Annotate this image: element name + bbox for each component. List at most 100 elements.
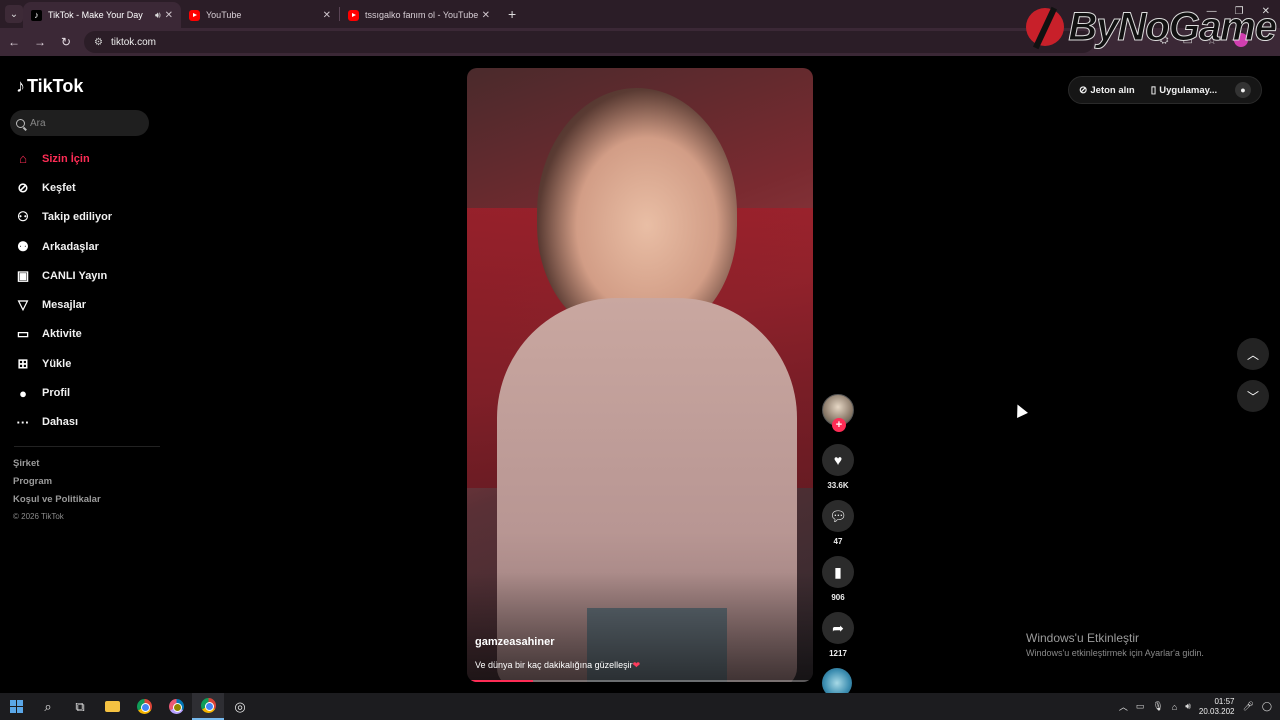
- minimize-icon[interactable]: —: [1207, 6, 1217, 17]
- following-icon: ⚇: [17, 209, 29, 225]
- progress-fill: [467, 680, 533, 682]
- chrome-active-window-icon[interactable]: [192, 693, 224, 720]
- compass-icon: ⊘: [17, 179, 29, 195]
- footer-link-program[interactable]: Program: [13, 476, 101, 494]
- network-icon[interactable]: ⌂: [1172, 702, 1177, 712]
- browser-profile-avatar[interactable]: [1234, 33, 1248, 47]
- footer-link-terms[interactable]: Koşul ve Politikalar: [13, 494, 101, 512]
- nav-label: Aktivite: [42, 328, 82, 341]
- sidebar-item-live[interactable]: ▣ CANLI Yayın: [14, 261, 160, 290]
- nav-label: Dahası: [42, 416, 79, 429]
- site-info-icon[interactable]: ⚙: [94, 37, 103, 48]
- tray-chevron-icon[interactable]: ︿: [1119, 700, 1128, 713]
- sidebar-item-upload[interactable]: ⊞ Yükle: [14, 349, 160, 378]
- sidebar-item-activity[interactable]: ▭ Aktivite: [14, 320, 160, 349]
- nav-label: Arkadaşlar: [42, 240, 99, 253]
- creator-avatar[interactable]: +: [822, 394, 854, 432]
- sidebar-item-explore[interactable]: ⊘ Keşfet: [14, 173, 160, 202]
- cast-icon[interactable]: ▭: [1183, 34, 1193, 47]
- app-icon[interactable]: ◎: [224, 693, 256, 720]
- url-input[interactable]: ⚙ tiktok.com: [84, 31, 1094, 53]
- like-button[interactable]: ♥: [822, 444, 854, 476]
- nav-label: Takip ediliyor: [42, 211, 113, 224]
- maximize-icon[interactable]: ❐: [1235, 6, 1244, 17]
- tab-youtube-2[interactable]: tssıgalko fanım ol - YouTube ✕: [340, 2, 498, 28]
- sidebar-item-friends[interactable]: ⚉ Arkadaşlar: [14, 232, 160, 261]
- nav-label: Mesajlar: [42, 299, 87, 312]
- tab-search-chevron-icon[interactable]: ⌄: [5, 5, 23, 23]
- close-tab-icon[interactable]: ✕: [323, 10, 331, 21]
- clock[interactable]: 01:57 20.03.202: [1199, 697, 1235, 717]
- notification-icon[interactable]: ◯: [1262, 701, 1272, 712]
- video-progress-bar[interactable]: [467, 680, 813, 682]
- sidebar-item-following[interactable]: ⚇ Takip ediliyor: [14, 203, 160, 232]
- comment-button[interactable]: 💬︎: [822, 500, 854, 532]
- close-window-icon[interactable]: ✕: [1262, 6, 1270, 17]
- follow-plus-icon[interactable]: +: [832, 418, 846, 432]
- sidebar-item-profile[interactable]: ● Profil: [14, 378, 160, 407]
- windows-logo-icon: [9, 700, 23, 713]
- forward-icon[interactable]: →: [28, 35, 52, 49]
- phone-icon: ▯: [1150, 84, 1157, 96]
- file-explorer-icon[interactable]: [96, 693, 128, 720]
- video-caption: Ve dünya bir kaç dakikalığına güzelleşir…: [475, 660, 640, 671]
- comment-icon: 💬︎: [829, 507, 847, 524]
- reload-icon[interactable]: ↻: [54, 35, 78, 49]
- volume-icon[interactable]: 🔊︎: [1185, 701, 1191, 712]
- sidebar-divider: [14, 446, 160, 447]
- activation-title: Windows'u Etkinleştir: [1026, 631, 1139, 645]
- video-author[interactable]: gamzeasahiner: [475, 636, 554, 648]
- close-tab-icon[interactable]: ✕: [165, 10, 173, 21]
- get-app-button[interactable]: Uygulamay...: [1159, 85, 1217, 96]
- nav-label: CANLI Yayın: [42, 269, 108, 282]
- sidebar-item-more[interactable]: ··· Dahası: [14, 408, 160, 437]
- close-tab-icon[interactable]: ✕: [482, 10, 490, 21]
- address-bar-row: ← → ↻ ⚙ tiktok.com: [0, 28, 1280, 56]
- mouse-cursor-icon: [1012, 402, 1028, 418]
- next-video-button[interactable]: ﹀: [1237, 380, 1269, 412]
- tab-tiktok[interactable]: ♪ TikTok - Make Your Day 🔊︎ ✕: [23, 2, 181, 28]
- windows-taskbar: ⌕ ⧉ ◎ ︿ ▭ 🎙︎ ⌂ 🔊︎ 01:57 20.03.202 🎤︎ ◯: [0, 693, 1280, 720]
- start-button[interactable]: [0, 693, 32, 720]
- speaker-icon[interactable]: 🔊︎: [155, 10, 161, 21]
- save-button[interactable]: ▮: [822, 556, 854, 588]
- search-icon: [16, 118, 25, 128]
- friends-icon: ⚉: [17, 238, 29, 254]
- translate-icon[interactable]: ⛭: [1160, 34, 1169, 47]
- video-player[interactable]: gamzeasahiner Ve dünya bir kaç dakikalığ…: [467, 68, 813, 682]
- tiktok-logo[interactable]: ♪ TikTok: [16, 76, 83, 97]
- share-count: 1217: [829, 649, 847, 658]
- taskbar-search-icon[interactable]: ⌕: [32, 693, 64, 720]
- sidebar-item-for-you[interactable]: ⌂ Sizin İçin: [14, 144, 160, 173]
- bookmark-star-icon[interactable]: ☆: [1207, 34, 1217, 47]
- tab-youtube[interactable]: YouTube ✕: [181, 2, 339, 28]
- microphone-icon[interactable]: 🎙︎: [1152, 701, 1163, 712]
- back-icon[interactable]: ←: [2, 35, 26, 49]
- nav-label: Yükle: [42, 357, 72, 370]
- tab-title: tssıgalko fanım ol - YouTube: [365, 10, 478, 20]
- window-controls: — ❐ ✕: [1207, 6, 1270, 17]
- search-placeholder: Ara: [30, 117, 46, 129]
- get-coins-button[interactable]: Jeton alın: [1090, 85, 1134, 96]
- microphone-indicator-icon[interactable]: 🎤︎: [1242, 701, 1253, 712]
- clock-date: 20.03.202: [1198, 706, 1235, 716]
- footer-link-company[interactable]: Şirket: [13, 458, 101, 476]
- search-input[interactable]: Ara: [10, 110, 149, 136]
- video-actions: + ♥ 33.6K 💬︎ 47 ▮ 906 ➦ 1217: [822, 394, 856, 698]
- save-count: 906: [831, 593, 845, 602]
- task-view-icon[interactable]: ⧉: [64, 693, 96, 720]
- previous-video-button[interactable]: ︿: [1237, 338, 1269, 370]
- new-tab-button[interactable]: +: [508, 6, 516, 22]
- windows-activation-notice: Windows'u Etkinleştir Windows'u etkinleş…: [1026, 631, 1204, 658]
- share-button[interactable]: ➦: [822, 612, 854, 644]
- browser-tab-bar: ⌄ ♪ TikTok - Make Your Day 🔊︎ ✕ YouTube …: [0, 0, 1280, 28]
- bookmark-icon: ▮: [834, 563, 842, 580]
- sidebar-item-messages[interactable]: ▽ Mesajlar: [14, 290, 160, 319]
- battery-icon[interactable]: ▭: [1136, 701, 1145, 712]
- clock-time: 01:57: [1214, 696, 1235, 706]
- upload-icon: ⊞: [17, 355, 29, 371]
- chrome-profile-icon[interactable]: [160, 693, 192, 720]
- heart-icon: ♥: [833, 452, 843, 468]
- chrome-icon[interactable]: [128, 693, 160, 720]
- user-avatar-icon[interactable]: ●: [1235, 82, 1251, 98]
